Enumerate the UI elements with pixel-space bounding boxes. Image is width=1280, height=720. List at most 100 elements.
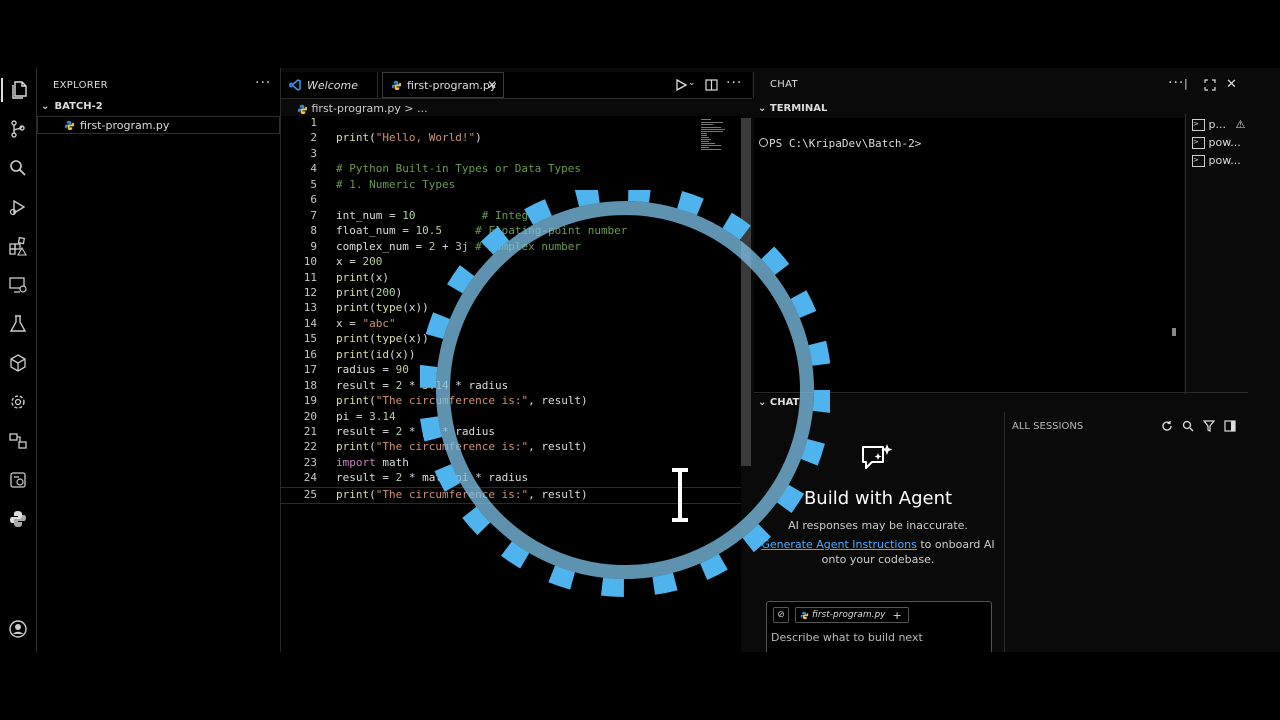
editor-more-button[interactable]: ··· [726, 75, 742, 91]
terminal-scroll-marker [1172, 328, 1176, 336]
line-number: 25 [303, 487, 317, 501]
terminal-header[interactable]: ⌄ TERMINAL [758, 103, 827, 114]
settings-sync-icon[interactable] [6, 390, 30, 414]
breadcrumb: first-program.py > ... [297, 102, 428, 115]
code-editor[interactable]: 1 2 print("Hello, World!") 3 4 # Python Built… [281, 116, 741, 652]
testing-flask-icon[interactable] [6, 312, 30, 336]
remote-explorer-icon[interactable] [6, 273, 30, 297]
explorer-files-icon[interactable] [1, 78, 36, 102]
run-play-icon[interactable] [675, 79, 687, 91]
close-icon[interactable]: ✕ [487, 78, 497, 92]
line-number: 18 [303, 378, 317, 392]
code-line[interactable]: 8 float_num = 10.5 # Floating-point numbe… [281, 224, 741, 239]
search-icon[interactable] [1182, 420, 1194, 432]
terminal-session-item[interactable]: > p... ⚠ [1192, 118, 1245, 131]
terminal-prompt: PS C:\KripaDev\Batch-2> [769, 137, 922, 150]
code-line[interactable]: 12 print(200) [281, 286, 741, 301]
generate-instructions-link[interactable]: Generate Agent Instructions [761, 538, 917, 551]
close-icon[interactable]: ✕ [1226, 77, 1237, 92]
code-line[interactable]: 20 pi = 3.14 [281, 410, 741, 425]
attach-icon[interactable]: ⊘ [773, 607, 789, 623]
code-line[interactable]: 11 print(x) [281, 271, 741, 286]
code-line[interactable]: 1 [281, 116, 741, 131]
python-file-icon [391, 80, 402, 91]
line-number: 19 [303, 394, 317, 408]
code-text: print(200) [336, 285, 403, 299]
maximize-icon[interactable] [1204, 79, 1216, 91]
terminal-panel[interactable]: PS C:\KripaDev\Batch-2> [754, 118, 1184, 394]
filter-icon[interactable] [1203, 420, 1215, 432]
file-first-program[interactable]: first-program.py [37, 116, 280, 134]
toggle-sidebar-icon[interactable] [1224, 420, 1236, 432]
tab-welcome[interactable]: Welcome [281, 72, 378, 98]
code-text: int_num = 10 # Integer [336, 208, 542, 222]
chevron-down-icon: ⌄ [41, 101, 50, 112]
source-control-icon[interactable] [6, 117, 30, 141]
line-number: 7 [310, 208, 317, 222]
code-line[interactable]: 7 int_num = 10 # Integer [281, 209, 741, 224]
code-line[interactable]: 3 [281, 147, 741, 162]
breadcrumb-file[interactable]: first-program.py [312, 102, 401, 115]
python-icon[interactable] [6, 507, 30, 531]
tab-first-program[interactable]: first-program.py ✕ [382, 72, 504, 98]
code-line[interactable]: 21 result = 2 * pi * radius [281, 425, 741, 440]
project-manager-icon[interactable] [6, 429, 30, 453]
explorer-sidebar: EXPLORER ··· ⌄ BATCH-2 first-program.py [37, 68, 281, 652]
folder-batch-2[interactable]: ⌄ BATCH-2 [41, 101, 103, 112]
chat-header[interactable]: ⌄ CHAT [758, 397, 799, 408]
code-line[interactable]: 5 # 1. Numeric Types [281, 178, 741, 193]
code-line[interactable]: 13 print(type(x)) [281, 301, 741, 316]
terminal-icon: > [1192, 137, 1205, 149]
run-debug-icon[interactable] [6, 195, 30, 219]
text-cursor-icon [672, 468, 688, 522]
chat-input-box[interactable]: ⊘ first-program.py + Describe what to bu… [766, 601, 992, 654]
agent-instructions-line: Generate Agent Instructions to onboard A… [754, 538, 1002, 551]
chevron-down-icon[interactable]: ⌄ [688, 78, 696, 88]
code-line[interactable]: 6 [281, 193, 741, 208]
code-line[interactable]: 19 print("The circumference is:", result) [281, 394, 741, 409]
code-text: print(type(x)) [336, 332, 429, 346]
separator-icon: | [1184, 77, 1188, 90]
line-number: 6 [310, 193, 317, 207]
add-context-button[interactable]: + [893, 609, 902, 622]
line-number: 4 [310, 162, 317, 176]
line-number: 3 [310, 146, 317, 160]
containers-icon[interactable] [6, 351, 30, 375]
minimap[interactable] [701, 118, 731, 152]
code-line[interactable]: 15 print(type(x)) [281, 332, 741, 347]
refresh-icon[interactable] [1161, 420, 1173, 432]
line-number: 21 [303, 425, 317, 438]
breadcrumb-more[interactable]: ... [417, 102, 428, 115]
code-line[interactable]: 17 radius = 90 [281, 363, 741, 378]
split-editor-icon[interactable] [705, 79, 718, 91]
context-chip[interactable]: first-program.py + [795, 607, 909, 623]
line-number: 15 [303, 332, 317, 346]
copilot-extension-icon[interactable] [6, 468, 30, 492]
code-line[interactable]: 14 x = "abc" [281, 317, 741, 332]
code-line[interactable]: 10 x = 200 [281, 255, 741, 270]
code-line[interactable]: 4 # Python Built-in Types or Data Types [281, 162, 741, 177]
code-text: print(id(x)) [336, 347, 416, 361]
search-icon[interactable] [6, 156, 30, 180]
chat-bar-more-button[interactable]: ··· [1168, 75, 1184, 91]
agent-chat-sparkle-icon [862, 444, 893, 469]
line-number: 22 [303, 440, 317, 454]
explorer-more-button[interactable]: ··· [255, 75, 271, 91]
tab-label: Welcome [307, 78, 358, 92]
vscode-logo-icon [289, 79, 301, 91]
agent-instructions-line-2: onto your codebase. [821, 553, 935, 566]
line-number: 11 [303, 270, 317, 284]
terminal-session-item[interactable]: > pow... [1192, 136, 1241, 149]
code-line[interactable]: 22 print("The circumference is:", result) [281, 440, 741, 455]
code-line[interactable]: 16 print(id(x)) [281, 348, 741, 363]
code-line[interactable]: 18 result = 2 * 3.14 * radius [281, 379, 741, 394]
code-line[interactable]: 2 print("Hello, World!") [281, 131, 741, 146]
account-icon[interactable] [6, 617, 30, 641]
editor-scrollbar[interactable] [741, 118, 751, 466]
code-text: print("The circumference is:", result) [336, 394, 588, 408]
extensions-icon[interactable] [6, 234, 30, 258]
terminal-session-item[interactable]: > pow... [1192, 154, 1241, 167]
code-line[interactable]: 9 complex_num = 2 + 3j # Complex number [281, 240, 741, 255]
code-text: print(x) [336, 270, 389, 284]
video-bottom-letterbox [0, 652, 1280, 720]
